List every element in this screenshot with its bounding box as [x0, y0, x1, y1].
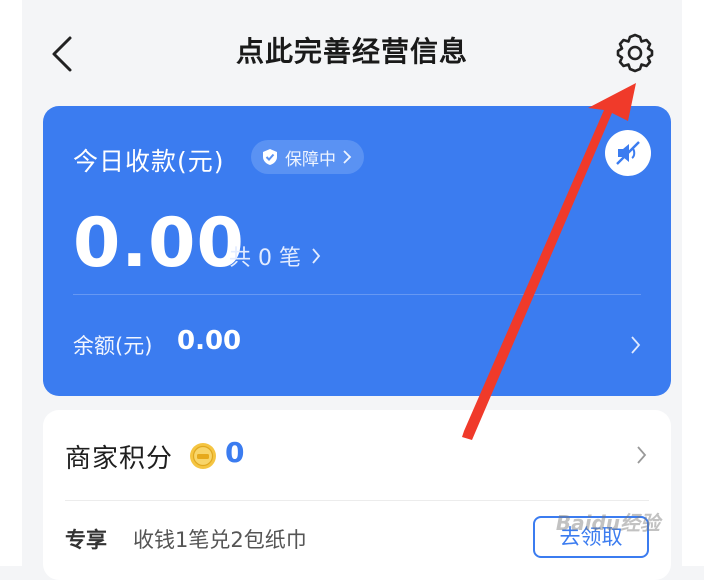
chevron-right-icon — [312, 248, 321, 264]
balance-label: 余额(元) — [73, 334, 153, 358]
chevron-right-icon — [343, 150, 352, 164]
frame-left-margin — [0, 0, 22, 566]
today-income-amount: 0.00 — [73, 204, 245, 283]
page-title[interactable]: 点此完善经营信息 — [22, 30, 682, 70]
balance-value: 0.00 — [177, 326, 242, 356]
merchant-points-value: 0 — [225, 436, 245, 469]
gear-icon — [616, 33, 654, 73]
shield-check-icon — [263, 149, 277, 165]
nav-bar: 点此完善经营信息 — [22, 0, 682, 100]
promo-tag: 专享 — [65, 528, 107, 552]
guarantee-badge-label: 保障中 — [285, 149, 336, 170]
guarantee-badge[interactable]: 保障中 — [251, 140, 364, 174]
watermark: Baidu经验 — [555, 511, 660, 535]
gold-coin-icon — [190, 443, 216, 469]
today-income-card[interactable]: 今日收款(元) 保障中 0.00 共 0 笔 余额(元) 0.00 — [43, 106, 671, 396]
speaker-muted-icon — [616, 141, 640, 165]
sound-toggle-button[interactable] — [605, 130, 651, 176]
points-divider — [65, 500, 649, 501]
settings-button[interactable] — [614, 32, 656, 74]
today-income-label: 今日收款(元) — [73, 147, 225, 176]
balance-row[interactable]: 余额(元) 0.00 — [43, 316, 671, 376]
merchant-points-card: 商家积分 0 专享 收钱1笔兑2包纸巾 去领取 — [43, 410, 671, 580]
transaction-count-link[interactable]: 共 0 笔 — [229, 240, 321, 272]
frame-right-margin — [682, 0, 704, 566]
chevron-right-icon — [637, 446, 647, 464]
promo-text: 收钱1笔兑2包纸巾 — [133, 528, 307, 552]
transaction-count-text: 共 0 笔 — [229, 246, 301, 271]
merchant-points-label: 商家积分 — [65, 444, 174, 474]
card-divider — [73, 294, 641, 295]
merchant-points-row[interactable]: 商家积分 0 — [43, 410, 671, 500]
chevron-right-icon — [631, 336, 641, 354]
